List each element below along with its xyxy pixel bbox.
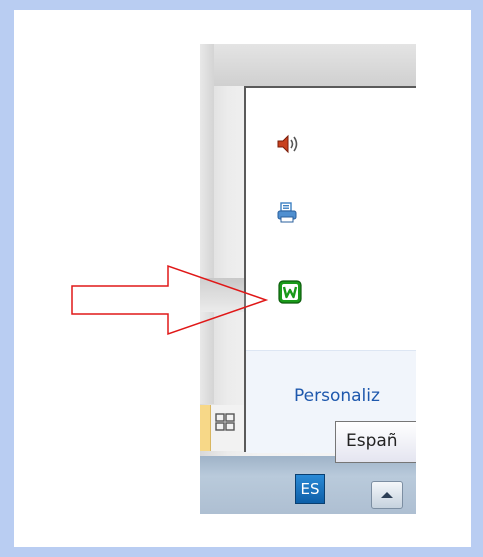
- show-hidden-icons-button[interactable]: [371, 481, 403, 509]
- chevron-up-icon: [381, 492, 393, 498]
- customize-link[interactable]: Personaliz: [294, 386, 416, 406]
- background-window-header: [200, 44, 416, 86]
- speaker-volume-icon[interactable]: [276, 132, 300, 156]
- w-app-icon[interactable]: [278, 280, 302, 304]
- background-window-edge: [200, 44, 214, 404]
- language-tooltip: Españ: [335, 421, 416, 463]
- printer-icon[interactable]: [275, 201, 299, 225]
- grid-view-icon: [215, 413, 235, 431]
- language-indicator-button[interactable]: ES: [295, 474, 325, 504]
- annotation-arrow-icon: [71, 264, 269, 336]
- taskbar-folder-button[interactable]: [200, 405, 211, 451]
